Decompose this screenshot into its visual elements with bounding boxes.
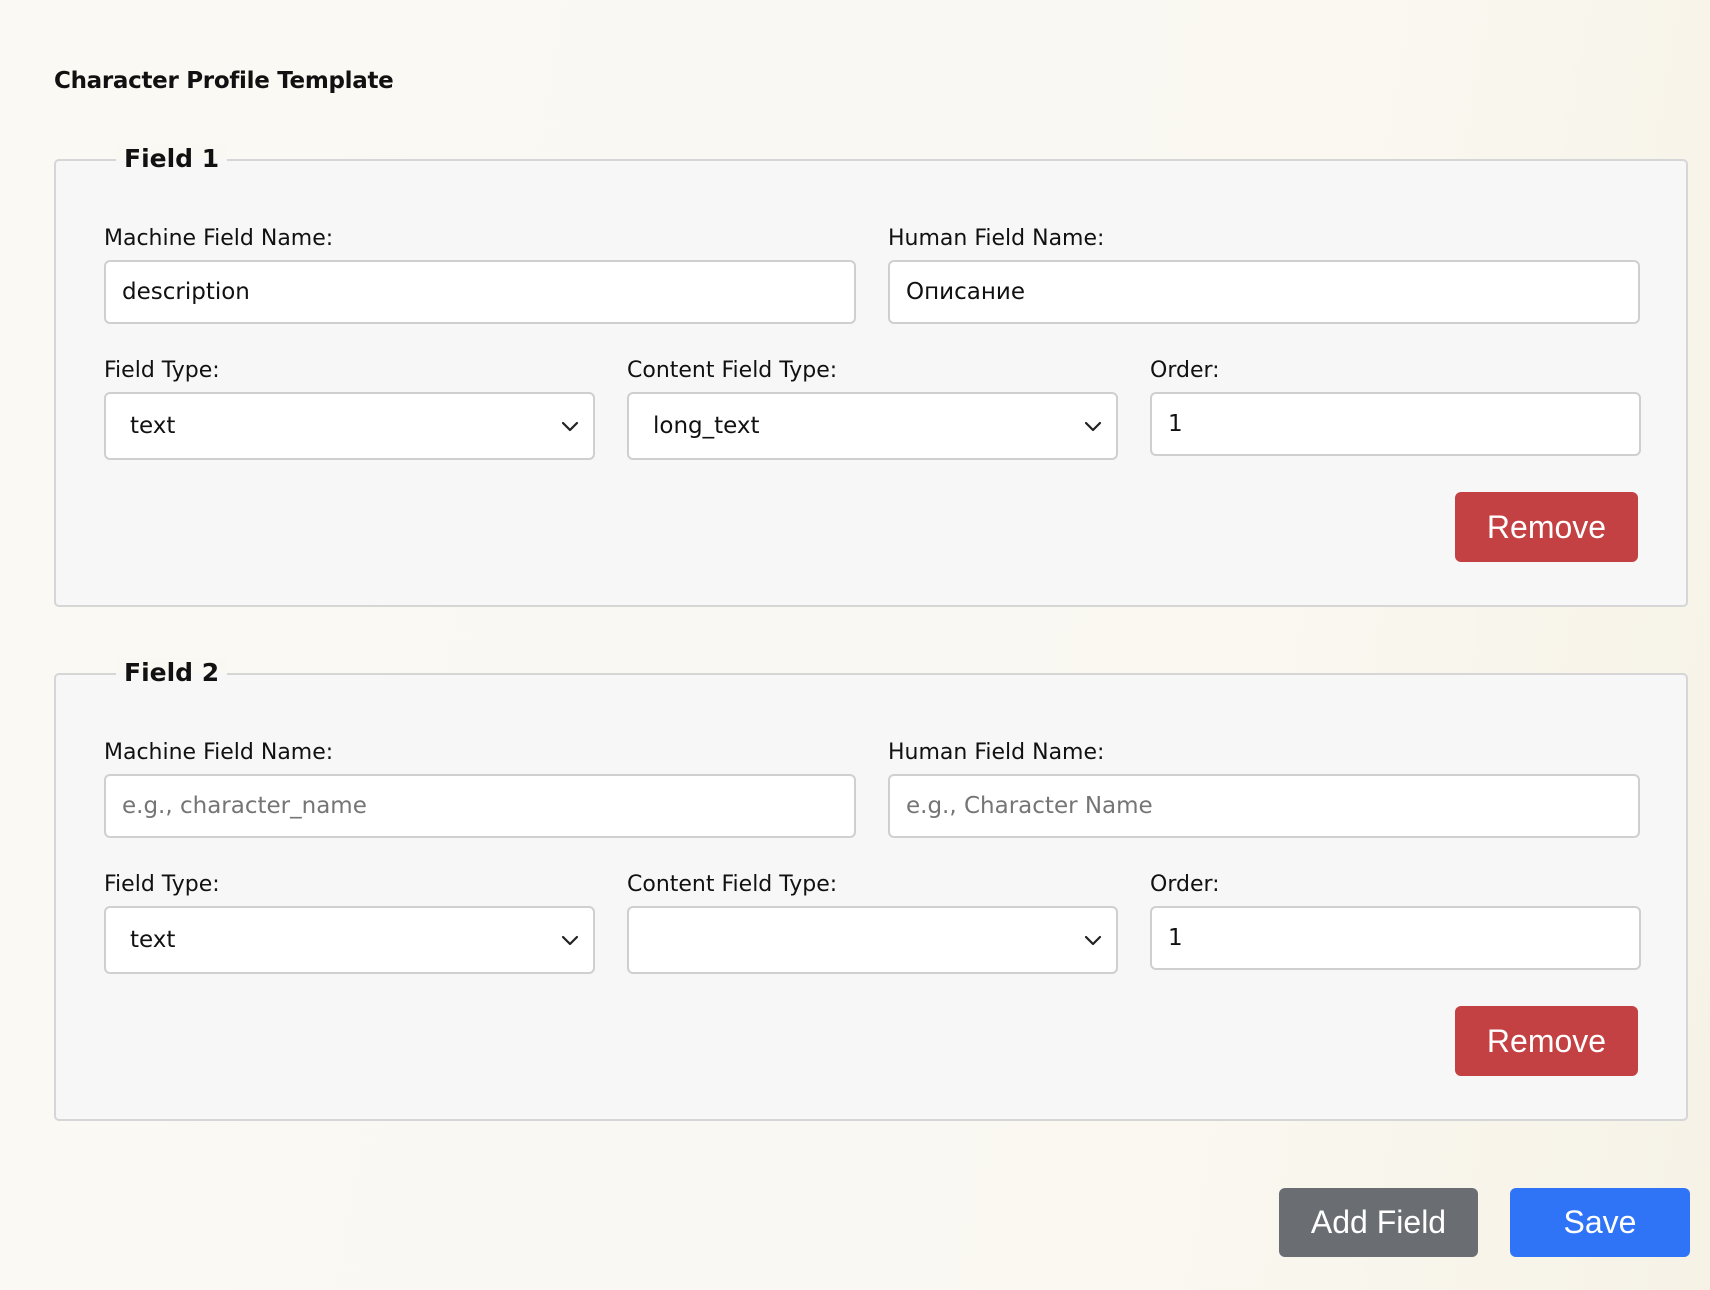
human-field-name-input[interactable]: e.g., Character Name [888,774,1640,838]
remove-button[interactable]: Remove [1455,492,1638,562]
machine-field-name-label: Machine Field Name: [104,226,334,251]
order-input[interactable]: 1 [1150,392,1641,456]
content-field-type-label: Content Field Type: [627,358,838,383]
field-type-label: Field Type: [104,358,220,383]
machine-field-name-input[interactable]: description [104,260,856,324]
human-field-name-label: Human Field Name: [888,740,1105,765]
content-field-type-select[interactable] [627,906,1118,974]
content-field-type-value: long_text [653,413,760,439]
order-input[interactable]: 1 [1150,906,1641,970]
field-card-2: Field 2 Machine Field Name: e.g., charac… [54,658,1688,1121]
remove-button[interactable]: Remove [1455,1006,1638,1076]
field-type-value: text [130,927,176,953]
human-field-name-input[interactable]: Описание [888,260,1640,324]
human-field-name-label: Human Field Name: [888,226,1105,251]
add-field-button[interactable]: Add Field [1279,1188,1478,1257]
machine-field-name-input[interactable]: e.g., character_name [104,774,856,838]
save-button[interactable]: Save [1510,1188,1690,1257]
content-field-type-select[interactable]: long_text [627,392,1118,460]
order-label: Order: [1150,358,1220,383]
field-legend: Field 1 [116,144,228,174]
machine-field-name-label: Machine Field Name: [104,740,334,765]
field-type-label: Field Type: [104,872,220,897]
chevron-down-icon [1084,421,1102,432]
field-card-1: Field 1 Machine Field Name: description … [54,144,1688,607]
page-title: Character Profile Template [54,68,394,94]
field-type-select[interactable]: text [104,906,595,974]
field-legend: Field 2 [116,658,228,688]
chevron-down-icon [561,421,579,432]
chevron-down-icon [561,935,579,946]
order-label: Order: [1150,872,1220,897]
field-type-select[interactable]: text [104,392,595,460]
content-field-type-label: Content Field Type: [627,872,838,897]
field-type-value: text [130,413,176,439]
chevron-down-icon [1084,935,1102,946]
